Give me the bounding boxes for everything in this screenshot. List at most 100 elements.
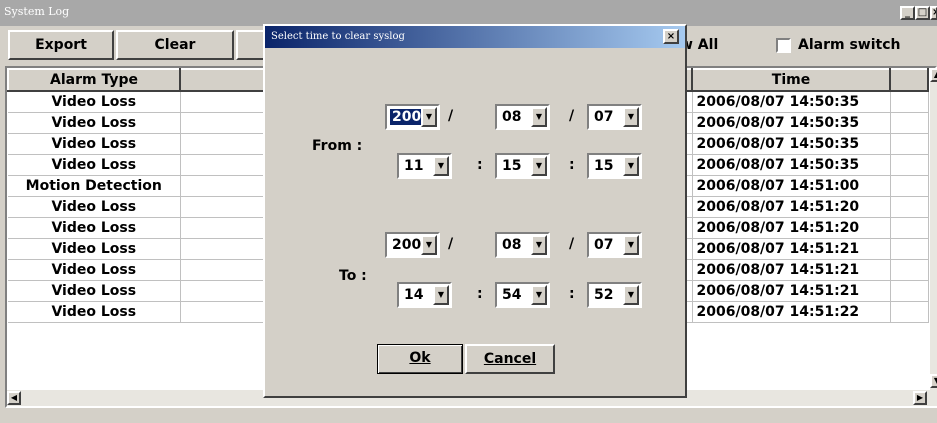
from-second-value: 15 xyxy=(594,158,614,174)
to-day-value: 07 xyxy=(594,237,614,253)
date-separator: / xyxy=(448,236,454,252)
time-cell: 2006/08/07 14:50:35 xyxy=(692,133,891,155)
extra-cell xyxy=(890,196,929,218)
export-button[interactable]: Export xyxy=(8,30,114,60)
alarm-switch-checkbox[interactable] xyxy=(776,38,791,53)
dialog-title-bar[interactable]: Select time to clear syslog × xyxy=(265,26,685,48)
alarm-type-cell: Video Loss xyxy=(8,133,181,155)
time-cell: 2006/08/07 14:51:20 xyxy=(692,217,891,239)
time-cell: 2006/08/07 14:50:35 xyxy=(692,91,891,113)
extra-cell xyxy=(890,259,929,281)
scroll-up-icon[interactable]: ▲ xyxy=(930,68,937,82)
time-separator: : xyxy=(569,286,575,302)
time-separator: : xyxy=(569,157,575,173)
to-month-select[interactable]: 08 ▼ xyxy=(495,232,550,258)
from-month-value: 08 xyxy=(502,109,522,125)
cancel-button[interactable]: Cancel xyxy=(465,344,555,374)
maximize-button[interactable]: □ xyxy=(915,6,930,20)
alarm-type-cell: Motion Detection xyxy=(8,175,181,197)
close-button[interactable]: × xyxy=(930,6,937,20)
extra-cell xyxy=(890,112,929,134)
extra-cell xyxy=(890,280,929,302)
to-label: To : xyxy=(339,268,367,284)
to-hour-value: 14 xyxy=(404,287,424,303)
alarm-type-cell: Video Loss xyxy=(8,112,181,134)
from-month-select[interactable]: 08 ▼ xyxy=(495,104,550,130)
from-day-value: 07 xyxy=(594,109,614,125)
vertical-scrollbar[interactable]: ▲ ▼ xyxy=(930,68,937,406)
from-label: From : xyxy=(312,138,363,154)
to-day-select[interactable]: 07 ▼ xyxy=(587,232,642,258)
dropdown-arrow-icon[interactable]: ▼ xyxy=(531,156,547,176)
dropdown-arrow-icon[interactable]: ▼ xyxy=(421,235,437,255)
alarm-type-cell: Video Loss xyxy=(8,154,181,176)
dropdown-arrow-icon[interactable]: ▼ xyxy=(433,156,449,176)
extra-cell xyxy=(890,238,929,260)
column-header-extra[interactable] xyxy=(889,68,929,92)
time-cell: 2006/08/07 14:51:22 xyxy=(692,301,891,323)
extra-cell xyxy=(890,133,929,155)
from-minute-select[interactable]: 15 ▼ xyxy=(495,153,550,179)
scroll-left-icon[interactable]: ◀ xyxy=(7,391,21,405)
alarm-type-cell: Video Loss xyxy=(8,259,181,281)
dialog-close-icon[interactable]: × xyxy=(663,29,679,44)
clear-button[interactable]: Clear xyxy=(116,30,234,60)
title-bar[interactable]: System Log _ □ × xyxy=(0,0,937,26)
to-minute-select[interactable]: 54 ▼ xyxy=(495,282,550,308)
alarm-type-cell: Video Loss xyxy=(8,196,181,218)
time-cell: 2006/08/07 14:51:21 xyxy=(692,259,891,281)
date-separator: / xyxy=(569,108,575,124)
to-hour-select[interactable]: 14 ▼ xyxy=(397,282,452,308)
from-hour-select[interactable]: 11 ▼ xyxy=(397,153,452,179)
alarm-type-cell: Video Loss xyxy=(8,301,181,323)
from-day-select[interactable]: 07 ▼ xyxy=(587,104,642,130)
dropdown-arrow-icon[interactable]: ▼ xyxy=(623,285,639,305)
dropdown-arrow-icon[interactable]: ▼ xyxy=(433,285,449,305)
time-cell: 2006/08/07 14:51:21 xyxy=(692,238,891,260)
clear-syslog-dialog: Select time to clear syslog × From : 200… xyxy=(263,24,687,398)
dropdown-arrow-icon[interactable]: ▼ xyxy=(531,107,547,127)
to-year-select[interactable]: 2006 ▼ xyxy=(385,232,440,258)
date-separator: / xyxy=(569,236,575,252)
alarm-type-cell: Video Loss xyxy=(8,91,181,113)
ok-button-label: Ok xyxy=(409,350,431,366)
extra-cell xyxy=(890,91,929,113)
time-separator: : xyxy=(477,157,483,173)
alarm-switch-label: Alarm switch xyxy=(798,37,901,53)
time-cell: 2006/08/07 14:50:35 xyxy=(692,154,891,176)
dropdown-arrow-icon[interactable]: ▼ xyxy=(531,285,547,305)
extra-cell xyxy=(890,301,929,323)
from-minute-value: 15 xyxy=(502,158,522,174)
cancel-button-label: Cancel xyxy=(483,351,537,367)
to-month-value: 08 xyxy=(502,237,522,253)
dropdown-arrow-icon[interactable]: ▼ xyxy=(531,235,547,255)
ok-button[interactable]: Ok xyxy=(377,344,463,374)
from-year-select[interactable]: 2006 ▼ xyxy=(385,104,440,130)
from-second-select[interactable]: 15 ▼ xyxy=(587,153,642,179)
time-cell: 2006/08/07 14:51:00 xyxy=(692,175,891,197)
alarm-type-cell: Video Loss xyxy=(8,238,181,260)
scroll-down-icon[interactable]: ▼ xyxy=(930,374,937,388)
dropdown-arrow-icon[interactable]: ▼ xyxy=(623,107,639,127)
minimize-button[interactable]: _ xyxy=(900,6,915,20)
dropdown-arrow-icon[interactable]: ▼ xyxy=(421,107,437,127)
dropdown-arrow-icon[interactable]: ▼ xyxy=(623,156,639,176)
time-separator: : xyxy=(477,286,483,302)
to-second-value: 52 xyxy=(594,287,614,303)
time-cell: 2006/08/07 14:51:20 xyxy=(692,196,891,218)
dropdown-arrow-icon[interactable]: ▼ xyxy=(623,235,639,255)
dialog-title: Select time to clear syslog xyxy=(271,31,405,42)
extra-cell xyxy=(890,154,929,176)
time-cell: 2006/08/07 14:51:21 xyxy=(692,280,891,302)
alarm-type-cell: Video Loss xyxy=(8,217,181,239)
date-separator: / xyxy=(448,108,454,124)
column-header-time[interactable]: Time xyxy=(691,68,891,92)
extra-cell xyxy=(890,217,929,239)
scroll-right-icon[interactable]: ▶ xyxy=(913,391,927,405)
extra-cell xyxy=(890,175,929,197)
alarm-type-cell: Video Loss xyxy=(8,280,181,302)
column-header-alarm-type[interactable]: Alarm Type xyxy=(7,68,181,92)
from-hour-value: 11 xyxy=(404,158,424,174)
window-title: System Log xyxy=(4,5,70,18)
to-second-select[interactable]: 52 ▼ xyxy=(587,282,642,308)
